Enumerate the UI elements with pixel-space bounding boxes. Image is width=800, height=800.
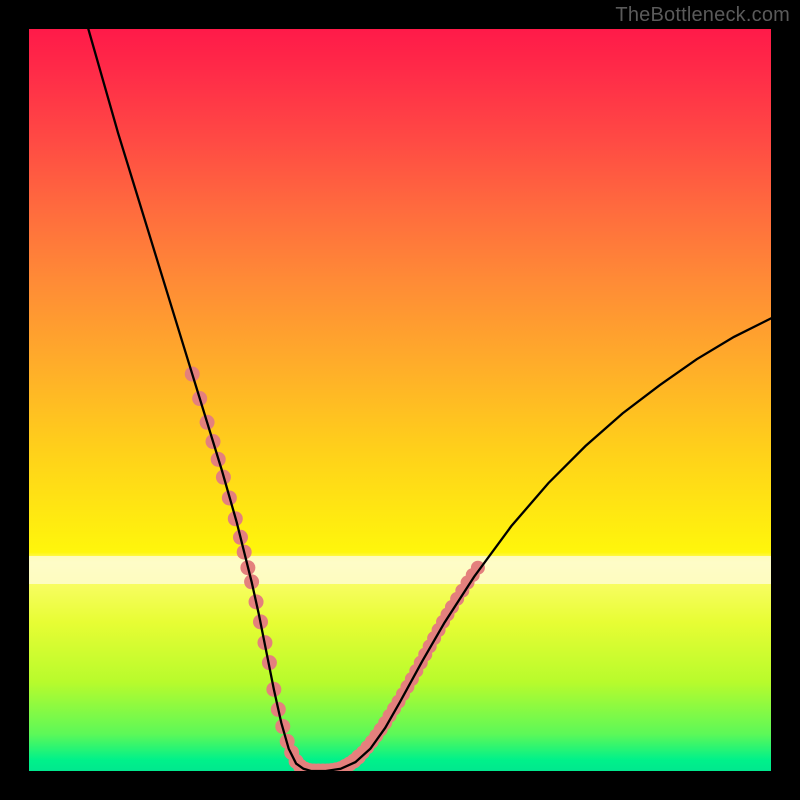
marker-dots: [185, 367, 485, 771]
plot-svg: [29, 29, 771, 771]
chart-frame: [29, 29, 771, 771]
watermark-text: TheBottleneck.com: [615, 4, 790, 27]
